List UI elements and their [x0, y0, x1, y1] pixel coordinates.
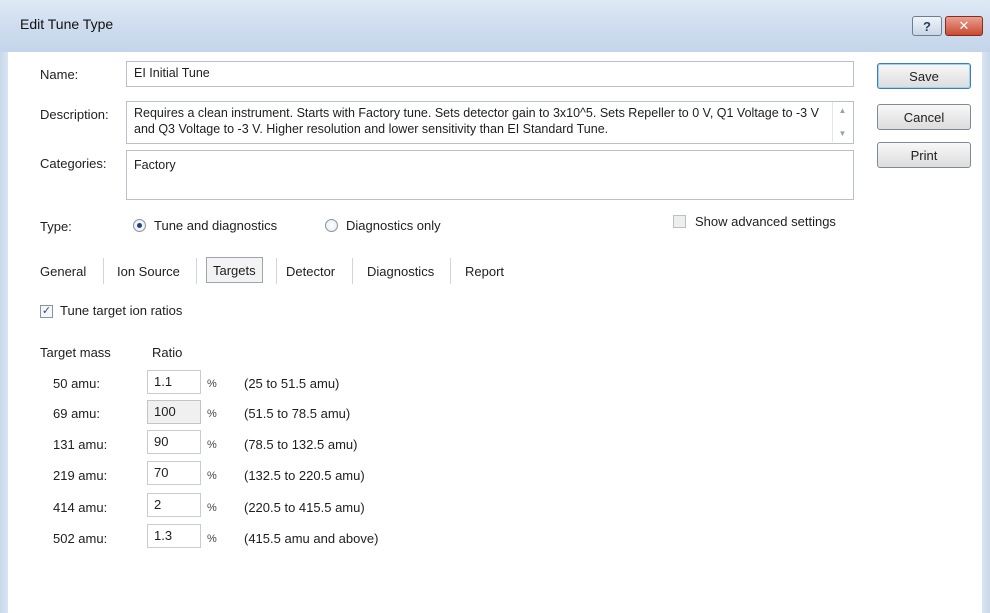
- name-value: EI Initial Tune: [134, 66, 210, 80]
- tab-separator: [103, 258, 104, 284]
- mass-range-131: (78.5 to 132.5 amu): [244, 437, 358, 452]
- tune-target-ratios-label[interactable]: Tune target ion ratios: [60, 303, 182, 318]
- target-mass-header: Target mass: [40, 345, 111, 360]
- tab-detector[interactable]: Detector: [286, 259, 335, 283]
- percent-unit: %: [207, 378, 217, 390]
- ratio-input-69: 100: [147, 400, 201, 424]
- tab-targets[interactable]: Targets: [206, 257, 263, 283]
- description-field[interactable]: Requires a clean instrument. Starts with…: [126, 101, 854, 144]
- mass-range-69: (51.5 to 78.5 amu): [244, 406, 351, 421]
- mass-range-414: (220.5 to 415.5 amu): [244, 500, 365, 515]
- categories-label: Categories:: [40, 156, 107, 171]
- ratio-input-502[interactable]: 1.3: [147, 524, 201, 548]
- close-icon: ✕: [958, 18, 970, 33]
- type-label: Type:: [40, 219, 72, 234]
- window-title: Edit Tune Type: [20, 16, 114, 32]
- save-button[interactable]: Save: [877, 63, 971, 89]
- help-button[interactable]: ?: [912, 16, 942, 36]
- window-frame-right: [982, 52, 990, 613]
- tab-diagnostics[interactable]: Diagnostics: [367, 259, 434, 283]
- tune-and-diagnostics-radio[interactable]: [133, 219, 146, 232]
- categories-field[interactable]: Factory: [126, 150, 854, 200]
- description-scrollbar[interactable]: ▲ ▼: [832, 102, 852, 142]
- target-mass-502: 502 amu:: [53, 531, 108, 546]
- ratio-input-50[interactable]: 1.1: [147, 370, 201, 394]
- name-label: Name:: [40, 67, 79, 82]
- percent-unit: %: [207, 408, 217, 420]
- tune-and-diagnostics-label[interactable]: Tune and diagnostics: [154, 218, 277, 233]
- percent-unit: %: [207, 439, 217, 451]
- mass-range-50: (25 to 51.5 amu): [244, 376, 340, 391]
- mass-range-219: (132.5 to 220.5 amu): [244, 468, 365, 483]
- print-button[interactable]: Print: [877, 142, 971, 168]
- ratio-header: Ratio: [152, 345, 183, 360]
- categories-value: Factory: [134, 158, 176, 172]
- tab-separator: [352, 258, 353, 284]
- description-value: Requires a clean instrument. Starts with…: [134, 106, 819, 136]
- help-icon: ?: [923, 18, 931, 34]
- tab-ion-source[interactable]: Ion Source: [117, 259, 180, 283]
- ratio-input-131[interactable]: 90: [147, 430, 201, 454]
- target-mass-50: 50 amu:: [53, 376, 100, 391]
- scroll-down-icon[interactable]: ▼: [839, 129, 847, 138]
- tab-report[interactable]: Report: [465, 259, 504, 283]
- tab-general[interactable]: General: [40, 259, 86, 283]
- show-advanced-checkbox[interactable]: [673, 215, 686, 228]
- name-field[interactable]: EI Initial Tune: [126, 61, 854, 87]
- target-mass-219: 219 amu:: [53, 468, 108, 483]
- description-label: Description:: [40, 107, 109, 122]
- percent-unit: %: [207, 533, 217, 545]
- cancel-button[interactable]: Cancel: [877, 104, 971, 130]
- ratio-input-414[interactable]: 2: [147, 493, 201, 517]
- window-frame-left: [0, 52, 8, 613]
- tab-separator: [450, 258, 451, 284]
- tab-separator: [196, 258, 197, 284]
- target-mass-131: 131 amu:: [53, 437, 108, 452]
- title-bar: Edit Tune Type ? ✕: [0, 0, 990, 52]
- diagnostics-only-radio[interactable]: [325, 219, 338, 232]
- mass-range-502: (415.5 amu and above): [244, 531, 379, 546]
- target-mass-414: 414 amu:: [53, 500, 108, 515]
- scroll-up-icon[interactable]: ▲: [839, 106, 847, 115]
- target-mass-69: 69 amu:: [53, 406, 100, 421]
- percent-unit: %: [207, 470, 217, 482]
- percent-unit: %: [207, 502, 217, 514]
- tune-target-ratios-checkbox[interactable]: ✓: [40, 305, 53, 318]
- tab-separator: [276, 258, 277, 284]
- diagnostics-only-label[interactable]: Diagnostics only: [346, 218, 441, 233]
- ratio-input-219[interactable]: 70: [147, 461, 201, 485]
- show-advanced-label[interactable]: Show advanced settings: [695, 214, 836, 229]
- close-button[interactable]: ✕: [945, 16, 983, 36]
